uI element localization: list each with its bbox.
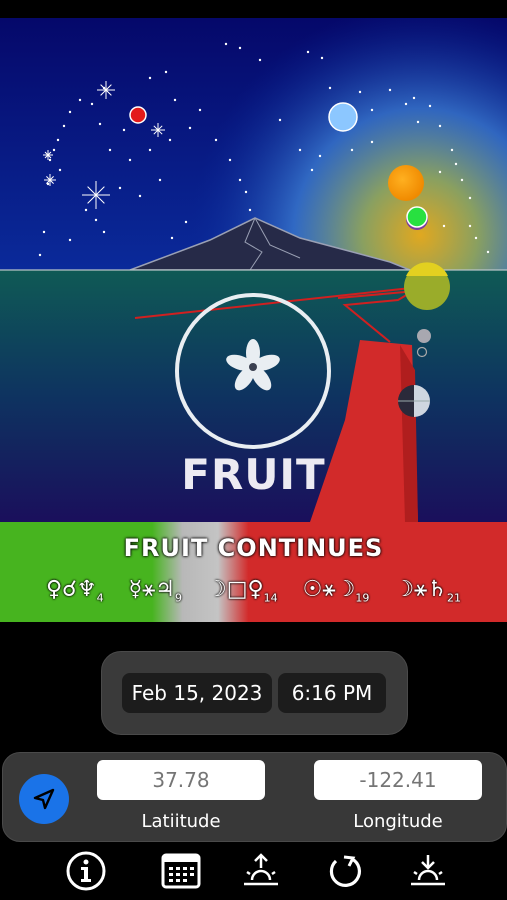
refresh-button[interactable] (322, 848, 368, 894)
star (318, 154, 322, 158)
star (98, 122, 102, 126)
star (248, 208, 252, 212)
star (128, 158, 132, 162)
aspect-item: ♀☌♆4 (46, 577, 104, 605)
orange-planet (388, 165, 424, 201)
star (350, 148, 354, 152)
star (148, 76, 152, 80)
star (52, 148, 56, 152)
location-panel: Latiitude Longitude (2, 752, 507, 842)
star (454, 162, 458, 166)
star (48, 158, 52, 162)
star (450, 148, 454, 152)
latitude-label: Latiitude (141, 811, 221, 832)
star (198, 108, 202, 112)
refresh-icon (329, 855, 362, 887)
sunset-icon (411, 855, 445, 886)
star (56, 138, 60, 142)
star (388, 88, 392, 92)
star (416, 120, 420, 124)
star (306, 50, 310, 54)
star (164, 70, 168, 74)
star (310, 168, 314, 172)
longitude-input[interactable] (314, 760, 482, 800)
star (224, 42, 228, 46)
moon-disc (328, 102, 358, 132)
star (122, 128, 126, 132)
star (214, 138, 218, 142)
star (188, 126, 192, 130)
star (320, 56, 324, 60)
star (460, 178, 464, 182)
bottom-toolbar (0, 842, 507, 900)
star (442, 224, 446, 228)
green-planet (406, 206, 428, 228)
star (90, 102, 94, 106)
star (58, 168, 62, 172)
location-arrow-icon (33, 788, 55, 810)
star (148, 148, 152, 152)
info-icon (66, 851, 106, 891)
star (62, 124, 66, 128)
star (238, 178, 242, 182)
star (486, 250, 490, 254)
sunrise-icon (244, 853, 278, 886)
star (118, 186, 122, 190)
star (370, 140, 374, 144)
calendar-icon (161, 853, 201, 889)
star (168, 138, 172, 142)
small-sphere (417, 329, 431, 343)
star (438, 170, 442, 174)
star (94, 218, 98, 222)
star (412, 96, 416, 100)
star (298, 148, 302, 152)
star (68, 238, 72, 242)
aspect-item: ☽⚹♄21 (394, 577, 461, 605)
star (138, 194, 142, 198)
star (428, 104, 432, 108)
star (238, 46, 242, 50)
app-title: FRUIT (181, 450, 326, 499)
status-banner: FRUIT CONTINUES ♀☌♆4 ☿⚹♃9 ☽□♀14 ☉⚹☽19 ☽⚹… (0, 522, 507, 622)
star (328, 86, 332, 90)
time-picker-button[interactable]: 6:16 PM (278, 673, 386, 713)
aspect-list: ♀☌♆4 ☿⚹♃9 ☽□♀14 ☉⚹☽19 ☽⚹♄21 (0, 577, 507, 604)
star (468, 224, 472, 228)
star (170, 236, 174, 240)
datetime-panel: Feb 15, 2023 6:16 PM (101, 651, 408, 735)
star (228, 158, 232, 162)
red-planet (129, 106, 147, 124)
star (173, 98, 177, 102)
calendar-button[interactable] (158, 848, 204, 894)
star (370, 108, 374, 112)
star (358, 90, 362, 94)
star (258, 58, 262, 62)
aspect-item: ☉⚹☽19 (302, 577, 370, 605)
star (42, 230, 46, 234)
sunrise-button[interactable] (238, 848, 284, 894)
star (404, 102, 408, 106)
sunset-button[interactable] (405, 848, 451, 894)
star (78, 98, 82, 102)
star (438, 124, 442, 128)
star (102, 230, 106, 234)
star (474, 236, 478, 240)
longitude-label: Longitude (353, 811, 443, 832)
star (468, 196, 472, 200)
star (278, 118, 282, 122)
star (158, 178, 162, 182)
info-button[interactable] (63, 848, 109, 894)
star (84, 208, 88, 212)
banner-title: FRUIT CONTINUES (123, 534, 384, 562)
aspect-item: ☿⚹♃9 (128, 577, 183, 605)
date-picker-button[interactable]: Feb 15, 2023 (122, 673, 272, 713)
star (244, 190, 248, 194)
latitude-input[interactable] (97, 760, 265, 800)
star (108, 148, 112, 152)
star (38, 253, 42, 257)
aspect-item: ☽□♀14 (207, 577, 278, 605)
star (68, 110, 72, 114)
current-location-button[interactable] (19, 774, 69, 824)
star (184, 220, 188, 224)
